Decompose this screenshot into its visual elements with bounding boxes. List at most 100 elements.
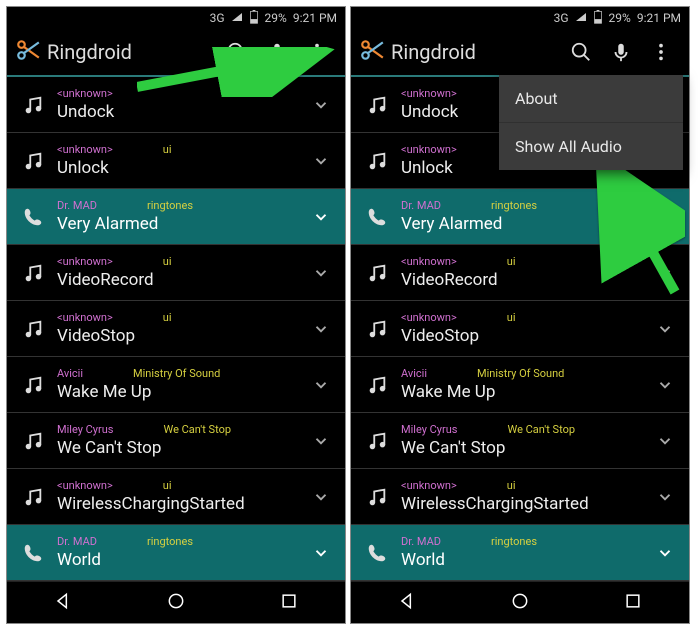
network-label: 3G xyxy=(210,11,225,25)
artist-label: Avicii xyxy=(401,367,427,381)
track-title: Wake Me Up xyxy=(57,381,303,403)
clock-label: 9:21 PM xyxy=(637,11,681,25)
search-button[interactable] xyxy=(217,32,257,72)
overflow-menu-button[interactable] xyxy=(641,32,681,72)
artist-label: Avicii xyxy=(57,367,83,381)
phone-icon xyxy=(17,206,49,228)
expand-button[interactable] xyxy=(647,320,683,338)
music-note-icon xyxy=(17,150,49,172)
expand-button[interactable] xyxy=(303,152,339,170)
expand-button[interactable] xyxy=(303,264,339,282)
list-item[interactable]: Avicii Ministry Of SoundWake Me Up xyxy=(7,357,345,413)
list-item[interactable]: Dr. MADringtonesVery Alarmed xyxy=(7,189,345,245)
music-note-icon xyxy=(361,150,393,172)
list-item[interactable]: <unknown>uiVideoRecord xyxy=(351,245,689,301)
network-label: 3G xyxy=(554,11,569,25)
app-logo: Ringdroid xyxy=(15,37,132,67)
artist-label: Dr. MAD xyxy=(401,199,441,213)
app-logo: Ringdroid xyxy=(359,37,476,67)
expand-button[interactable] xyxy=(647,208,683,226)
artist-label: <unknown> xyxy=(57,87,113,101)
album-label: ui xyxy=(163,311,172,325)
scissors-icon xyxy=(359,37,385,67)
artist-label: Dr. MAD xyxy=(57,199,97,213)
list-item[interactable]: Dr. MADringtonesWorld xyxy=(7,525,345,581)
music-note-icon xyxy=(361,94,393,116)
list-item[interactable]: Miley CyrusWe Can't StopWe Can't Stop xyxy=(7,413,345,469)
track-title: VideoStop xyxy=(401,325,647,347)
album-label: ui xyxy=(163,143,172,157)
list-item[interactable]: Miley CyrusWe Can't StopWe Can't Stop xyxy=(351,413,689,469)
battery-label: 29% xyxy=(265,11,287,25)
album-label: ui xyxy=(507,479,516,493)
album-label: ringtones xyxy=(147,199,193,213)
expand-button[interactable] xyxy=(647,488,683,506)
overflow-menu-popup: About Show All Audio xyxy=(499,75,683,170)
track-title: Wake Me Up xyxy=(401,381,647,403)
expand-button[interactable] xyxy=(303,432,339,450)
music-note-icon xyxy=(17,486,49,508)
track-title: WirelessChargingStarted xyxy=(57,493,303,515)
phone-icon xyxy=(361,206,393,228)
expand-button[interactable] xyxy=(647,264,683,282)
album-label: Ministry Of Sound xyxy=(133,367,220,381)
app-bar: Ringdroid xyxy=(351,29,689,77)
list-item[interactable]: <unknown> uiVideoStop xyxy=(7,301,345,357)
back-button[interactable] xyxy=(397,591,417,615)
list-item[interactable]: <unknown>Undock xyxy=(7,77,345,133)
nav-bar xyxy=(351,581,689,623)
expand-button[interactable] xyxy=(303,208,339,226)
app-title: Ringdroid xyxy=(391,40,476,64)
search-button[interactable] xyxy=(561,32,601,72)
artist-label: <unknown> xyxy=(401,143,457,157)
album-label: ringtones xyxy=(491,199,537,213)
overflow-menu-button[interactable] xyxy=(297,32,337,72)
mic-button[interactable] xyxy=(257,32,297,72)
artist-label: <unknown> xyxy=(401,479,457,493)
artist-label: <unknown> xyxy=(401,311,457,325)
list-item[interactable]: <unknown>uiWirelessChargingStarted xyxy=(7,469,345,525)
list-item[interactable]: <unknown> uiWirelessChargingStarted xyxy=(351,469,689,525)
expand-button[interactable] xyxy=(647,432,683,450)
track-title: Very Alarmed xyxy=(401,213,647,235)
list-item[interactable]: <unknown>uiVideoStop xyxy=(351,301,689,357)
list-item[interactable]: <unknown>uiVideoRecord xyxy=(7,245,345,301)
home-button[interactable] xyxy=(510,591,530,615)
expand-button[interactable] xyxy=(303,488,339,506)
recents-button[interactable] xyxy=(623,591,643,615)
music-note-icon xyxy=(17,318,49,340)
artist-label: <unknown> xyxy=(401,255,457,269)
music-note-icon xyxy=(17,94,49,116)
track-title: We Can't Stop xyxy=(57,437,303,459)
list-item[interactable]: Dr. MADringtonesWorld xyxy=(351,525,689,581)
list-item[interactable]: <unknown>uiUnlock xyxy=(7,133,345,189)
track-title: World xyxy=(401,549,647,571)
track-title: VideoStop xyxy=(57,325,303,347)
expand-button[interactable] xyxy=(303,96,339,114)
list-item[interactable]: AviciiMinistry Of SoundWake Me Up xyxy=(351,357,689,413)
menu-item-about[interactable]: About xyxy=(499,75,683,123)
artist-label: Dr. MAD xyxy=(401,535,441,549)
back-button[interactable] xyxy=(53,591,73,615)
track-title: Unlock xyxy=(57,157,303,179)
music-note-icon xyxy=(17,262,49,284)
track-title: WirelessChargingStarted xyxy=(401,493,647,515)
artist-label: <unknown> xyxy=(57,311,113,325)
home-button[interactable] xyxy=(166,591,186,615)
expand-button[interactable] xyxy=(647,544,683,562)
clock-label: 9:21 PM xyxy=(293,11,337,25)
expand-button[interactable] xyxy=(303,376,339,394)
audio-list[interactable]: <unknown>Undock<unknown>uiUnlockDr. MADr… xyxy=(7,77,345,581)
phone-icon xyxy=(17,542,49,564)
expand-button[interactable] xyxy=(303,544,339,562)
artist-label: <unknown> xyxy=(401,87,457,101)
track-title: Undock xyxy=(57,101,303,123)
expand-button[interactable] xyxy=(647,376,683,394)
list-item[interactable]: Dr. MAD ringtonesVery Alarmed xyxy=(351,189,689,245)
album-label: We Can't Stop xyxy=(163,423,231,437)
music-note-icon xyxy=(361,430,393,452)
recents-button[interactable] xyxy=(279,591,299,615)
menu-item-show-all-audio[interactable]: Show All Audio xyxy=(499,123,683,170)
expand-button[interactable] xyxy=(303,320,339,338)
mic-button[interactable] xyxy=(601,32,641,72)
